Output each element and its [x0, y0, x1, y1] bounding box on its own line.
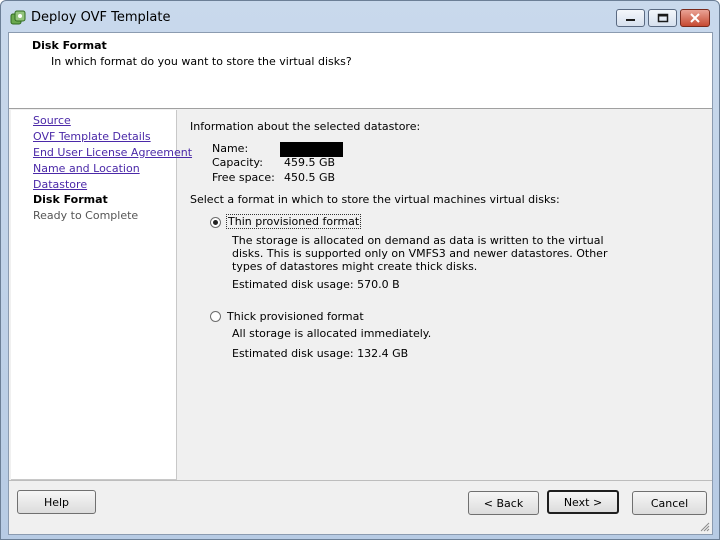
step-header: Disk Format In which format do you want …: [9, 33, 712, 109]
thick-provisioned-description: All storage is allocated immediately.: [232, 327, 432, 340]
close-icon: [690, 13, 700, 23]
nav-step-datastore[interactable]: Datastore: [33, 178, 87, 191]
capacity-label: Capacity:: [212, 156, 263, 169]
resize-grip-icon[interactable]: [698, 520, 710, 532]
cancel-button[interactable]: Cancel: [632, 491, 707, 515]
help-button[interactable]: Help: [17, 490, 96, 514]
format-prompt: Select a format in which to store the vi…: [190, 193, 560, 206]
dialog-client-area: Disk Format In which format do you want …: [8, 32, 713, 535]
datastore-info-heading: Information about the selected datastore…: [190, 120, 421, 133]
step-title: Disk Format: [32, 39, 107, 52]
thick-provisioned-radio[interactable]: [210, 311, 221, 322]
window-title: Deploy OVF Template: [31, 10, 171, 25]
datastore-name-label: Name:: [212, 142, 249, 155]
thin-provisioned-label[interactable]: Thin provisioned format: [226, 214, 362, 229]
thin-provisioned-description: The storage is allocated on demand as da…: [232, 234, 608, 273]
title-bar[interactable]: Deploy OVF Template: [1, 1, 719, 33]
nav-step-eula[interactable]: End User License Agreement: [33, 146, 192, 159]
footer-separator: [9, 480, 712, 481]
wizard-steps-nav: Source OVF Template Details End User Lic…: [11, 110, 192, 480]
minimize-icon: [625, 19, 635, 21]
nav-step-ovf-template-details[interactable]: OVF Template Details: [33, 130, 151, 143]
vsphere-app-icon: [10, 10, 26, 25]
next-button[interactable]: Next >: [547, 490, 619, 514]
free-space-label: Free space:: [212, 171, 275, 184]
back-button[interactable]: < Back: [468, 491, 539, 515]
nav-step-source[interactable]: Source: [33, 114, 71, 127]
free-space-value: 450.5 GB: [284, 171, 336, 184]
thick-estimated-usage: Estimated disk usage: 132.4 GB: [232, 347, 409, 360]
maximize-icon: [657, 13, 668, 23]
capacity-value: 459.5 GB: [284, 156, 336, 169]
dialog-window: Deploy OVF Template Disk Format In which…: [0, 0, 720, 540]
thick-provisioned-label[interactable]: Thick provisioned format: [227, 310, 364, 323]
disk-format-panel: Information about the selected datastore…: [179, 110, 710, 480]
close-button[interactable]: [680, 9, 710, 27]
thin-provisioned-label-text[interactable]: Thin provisioned format: [226, 214, 362, 229]
datastore-name-value-redacted: [280, 142, 343, 157]
thin-estimated-usage: Estimated disk usage: 570.0 B: [232, 278, 400, 291]
nav-step-name-location[interactable]: Name and Location: [33, 162, 140, 175]
nav-step-ready-to-complete: Ready to Complete: [33, 209, 139, 222]
thin-provisioned-radio[interactable]: [210, 217, 221, 228]
minimize-button[interactable]: [616, 9, 645, 27]
nav-step-disk-format: Disk Format: [33, 193, 108, 206]
maximize-button[interactable]: [648, 9, 677, 27]
step-subtitle: In which format do you want to store the…: [51, 55, 352, 68]
